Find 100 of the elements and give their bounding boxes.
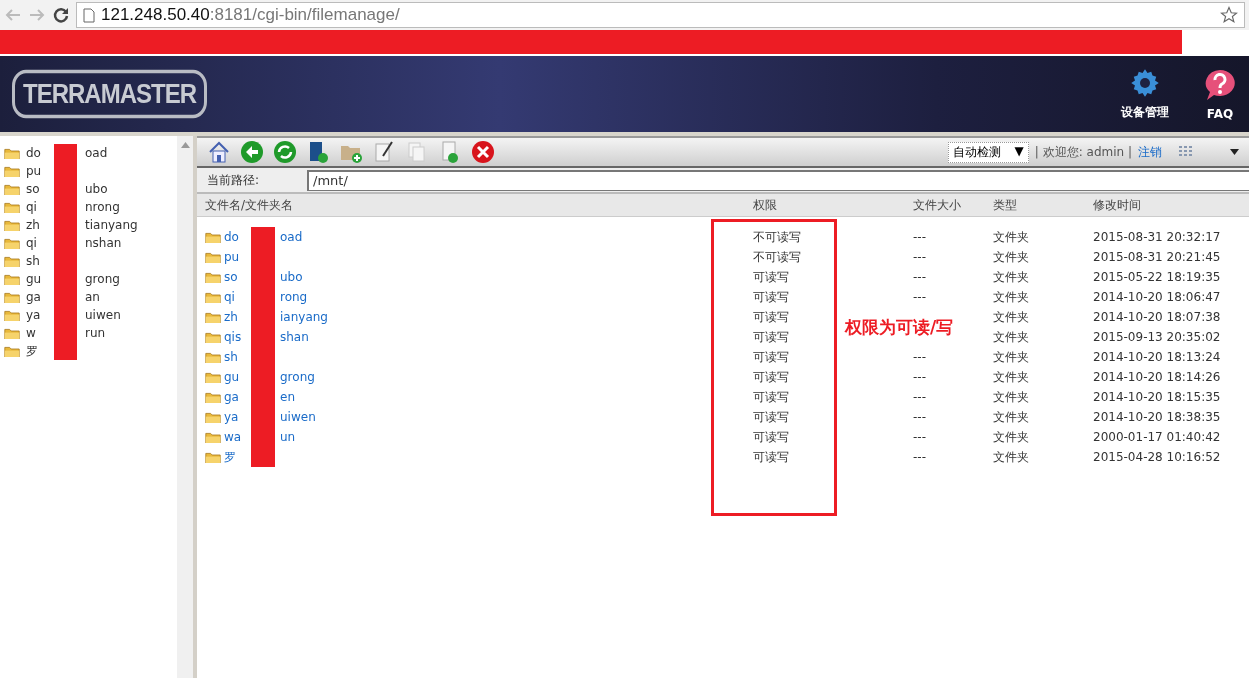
folder-icon xyxy=(4,308,20,322)
column-header[interactable]: 文件名/文件夹名 xyxy=(197,196,745,214)
folder-name[interactable]: qi xyxy=(26,236,37,250)
folder-link[interactable]: un xyxy=(280,430,296,444)
modified-cell-text: 2014-10-20 18:06:47 xyxy=(1092,290,1222,304)
folder-link[interactable]: 罗 xyxy=(224,448,236,466)
type-cell-text: 文件夹 xyxy=(992,308,1030,326)
size-cell-text: --- xyxy=(912,390,927,404)
size-cell-text: --- xyxy=(912,410,927,424)
folder-name[interactable]: do xyxy=(26,146,41,160)
folder-icon xyxy=(205,430,221,444)
folder-link[interactable]: so xyxy=(224,270,238,284)
folder-icon xyxy=(4,164,20,178)
back-icon[interactable] xyxy=(240,140,264,164)
type-cell-text: 文件夹 xyxy=(992,328,1030,346)
folder-name[interactable]: zh xyxy=(26,218,40,232)
path-label: 当前路径: xyxy=(206,171,261,189)
folder-link[interactable]: qi xyxy=(224,290,235,304)
redaction-bar xyxy=(251,447,275,467)
permission-cell-text: 可读写 xyxy=(752,428,790,446)
modified-cell-text: 2014-10-20 18:38:35 xyxy=(1092,410,1222,424)
nav-link[interactable]: FAQ xyxy=(1203,68,1237,121)
folder-link[interactable]: do xyxy=(224,230,239,244)
folder-link[interactable]: ianyang xyxy=(280,310,328,324)
folder-name[interactable]: uiwen xyxy=(85,308,121,322)
path-field[interactable]: /mnt/ xyxy=(307,169,1249,191)
folder-name[interactable]: nrong xyxy=(85,200,120,214)
question-bubble-icon[interactable] xyxy=(1203,68,1237,101)
modified-cell-text: 2015-05-22 18:19:35 xyxy=(1092,270,1222,284)
folder-name[interactable]: an xyxy=(85,290,100,304)
folder-link[interactable]: grong xyxy=(280,370,315,384)
permission-cell-text: 可读写 xyxy=(752,328,790,346)
logout-link[interactable]: 注销 xyxy=(1138,143,1162,161)
refresh-icon[interactable] xyxy=(273,140,297,164)
type-cell-text: 文件夹 xyxy=(992,448,1030,466)
type-cell-text: 文件夹 xyxy=(992,248,1030,266)
folder-name[interactable]: w xyxy=(26,326,36,340)
folder-name[interactable]: grong xyxy=(85,272,120,286)
folder-name[interactable]: sh xyxy=(26,254,40,268)
folder-link[interactable]: ubo xyxy=(280,270,303,284)
permission-cell-text: 不可读写 xyxy=(752,228,802,246)
type-cell-text: 文件夹 xyxy=(992,288,1030,306)
folder-name[interactable]: ya xyxy=(26,308,41,322)
folder-link[interactable]: sh xyxy=(224,350,238,364)
folder-link[interactable]: ga xyxy=(224,390,239,404)
reload-icon[interactable] xyxy=(52,6,70,24)
redaction-bar xyxy=(54,144,77,162)
folder-name[interactable]: tianyang xyxy=(85,218,138,232)
column-header[interactable]: 类型 xyxy=(985,196,1085,214)
folder-name[interactable]: so xyxy=(26,182,40,196)
caret-icon[interactable] xyxy=(1230,149,1239,155)
encoding-select[interactable]: 自动检测 ▼ xyxy=(947,141,1029,163)
folder-icon xyxy=(4,344,20,358)
type-cell-text: 文件夹 xyxy=(992,388,1030,406)
folder-name[interactable]: 罗 xyxy=(26,342,38,360)
pen-document-icon[interactable] xyxy=(372,140,396,164)
nav-link[interactable]: 设备管理 xyxy=(1121,67,1169,121)
folder-link[interactable]: wa xyxy=(224,430,242,444)
permission-cell-text: 可读写 xyxy=(752,268,790,286)
folder-link[interactable]: shan xyxy=(280,330,309,344)
folder-icon xyxy=(4,254,20,268)
folder-link[interactable]: uiwen xyxy=(280,410,316,424)
permission-cell-text: 可读写 xyxy=(752,408,790,426)
gear-icon[interactable] xyxy=(1130,67,1160,98)
folder-icon xyxy=(205,330,221,344)
folder-link[interactable]: rong xyxy=(280,290,308,304)
folder-name[interactable]: qi xyxy=(26,200,37,214)
column-header[interactable]: 文件大小 xyxy=(905,196,985,214)
modified-cell-text: 2015-09-13 20:35:02 xyxy=(1092,330,1222,344)
page-icon xyxy=(83,7,95,23)
folder-icon xyxy=(205,230,221,244)
folder-link[interactable]: gu xyxy=(224,370,240,384)
folder-name[interactable]: gu xyxy=(26,272,42,286)
folder-icon xyxy=(205,250,221,264)
permission-cell-text: 可读写 xyxy=(752,368,790,386)
column-header[interactable]: 修改时间 xyxy=(1085,196,1249,214)
size-cell-text: --- xyxy=(912,290,927,304)
folder-name[interactable]: oad xyxy=(85,146,108,160)
modified-cell-text: 2014-10-20 18:15:35 xyxy=(1092,390,1222,404)
folder-name[interactable]: ga xyxy=(26,290,41,304)
folder-name[interactable]: run xyxy=(85,326,106,340)
folder-link[interactable]: en xyxy=(280,390,295,404)
address-bar[interactable]: 121.248.50.40:8181/cgi-bin/filemanage/ xyxy=(76,2,1245,28)
logo: TERRAMASTER xyxy=(12,69,207,119)
folder-name[interactable]: nshan xyxy=(85,236,122,250)
column-header[interactable]: 权限 xyxy=(745,196,905,214)
folder-link[interactable]: qis xyxy=(224,330,242,344)
modified-cell-text: 2014-10-20 18:07:38 xyxy=(1092,310,1222,324)
delete-icon[interactable] xyxy=(471,140,495,164)
folder-link[interactable]: zh xyxy=(224,310,238,324)
star-icon[interactable] xyxy=(1220,6,1238,24)
folder-name[interactable]: ubo xyxy=(85,182,108,196)
home-icon[interactable] xyxy=(207,140,231,164)
folder-link[interactable]: ya xyxy=(224,410,239,424)
type-cell-text: 文件夹 xyxy=(992,268,1030,286)
folder-link[interactable]: pu xyxy=(224,250,240,264)
folder-name[interactable]: pu xyxy=(26,164,42,178)
url-text: 121.248.50.40:8181/cgi-bin/filemanage/ xyxy=(101,5,400,25)
size-cell-text: --- xyxy=(912,270,927,284)
folder-link[interactable]: oad xyxy=(280,230,303,244)
